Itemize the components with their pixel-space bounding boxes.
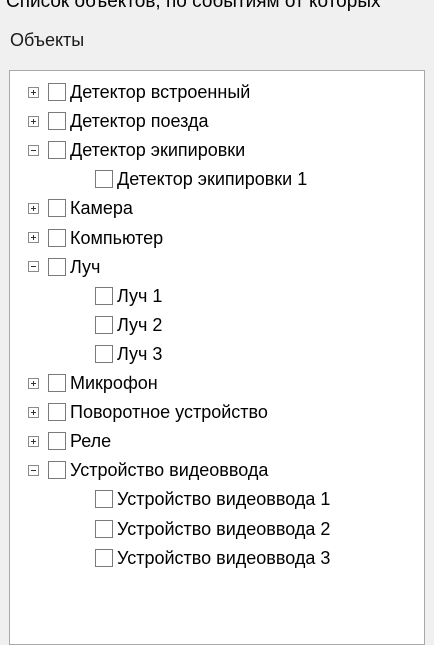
tree-node[interactable]: Реле	[28, 427, 111, 455]
tree-node-checkbox[interactable]	[48, 257, 66, 276]
expand-plus-icon[interactable]	[28, 115, 39, 127]
collapse-minus-icon[interactable]	[28, 464, 39, 476]
tree-node[interactable]: Детектор встроенный	[28, 78, 250, 106]
tree-node-checkbox[interactable]	[95, 548, 113, 567]
tree-node-label: Луч	[70, 256, 101, 277]
tree-node-checkbox[interactable]	[48, 461, 66, 480]
tree-node-label: Луч 2	[117, 314, 163, 335]
tree-node-label: Камера	[70, 198, 133, 219]
tree-node-checkbox[interactable]	[95, 286, 113, 305]
tree-node-label: Устройство видеоввода 2	[117, 518, 331, 539]
tree-child-node[interactable]: Луч 2	[95, 311, 162, 339]
tree-node-label: Детектор поезда	[70, 111, 209, 132]
tree-node-checkbox[interactable]	[48, 228, 66, 247]
header-partial-text: Список объектов, по событиям от которых	[6, 0, 381, 12]
collapse-minus-icon[interactable]	[28, 261, 39, 273]
tree-node-label: Микрофон	[70, 373, 158, 393]
tree-node-label: Компьютер	[70, 227, 164, 248]
tree-node-checkbox[interactable]	[95, 315, 113, 334]
expand-plus-icon[interactable]	[28, 435, 39, 447]
tree-node-label: Детектор экипировки	[70, 140, 246, 161]
tree-child-node[interactable]: Устройство видеоввода 1	[95, 485, 330, 513]
objects-tree[interactable]: Детектор встроенный Детектор поезда Детект…	[9, 70, 425, 645]
tree-node-label: Устройство видеоввода 3	[117, 547, 331, 568]
tree-node-label: Устройство видеоввода	[70, 460, 269, 481]
tree-node[interactable]: Компьютер	[28, 224, 163, 252]
tree-node[interactable]: Камера	[28, 194, 133, 222]
tree-child-node[interactable]: Устройство видеоввода 3	[95, 544, 330, 572]
tree-child-node[interactable]: Луч 3	[95, 340, 162, 368]
tree-node-checkbox[interactable]	[48, 374, 66, 392]
expand-plus-icon[interactable]	[28, 232, 39, 243]
tree-child-node[interactable]: Луч 1	[95, 282, 162, 310]
expand-plus-icon[interactable]	[28, 86, 39, 98]
collapse-minus-icon[interactable]	[28, 144, 39, 156]
tree-node-checkbox[interactable]	[48, 83, 66, 101]
tree-node-checkbox[interactable]	[48, 199, 66, 218]
expand-plus-icon[interactable]	[28, 406, 39, 418]
tree-node-label: Детектор экипировки 1	[117, 169, 308, 190]
tree-node-label: Луч 3	[117, 343, 163, 364]
expand-plus-icon[interactable]	[28, 377, 39, 389]
tree-node-checkbox[interactable]	[95, 490, 113, 509]
expand-plus-icon[interactable]	[28, 202, 39, 214]
tree-node-checkbox[interactable]	[48, 112, 66, 131]
tree-node-checkbox[interactable]	[48, 141, 66, 160]
tree-node-checkbox[interactable]	[95, 170, 113, 189]
tree-node-checkbox[interactable]	[95, 344, 113, 363]
tree-node[interactable]: Детектор экипировки	[28, 136, 245, 164]
tree-node-label: Поворотное устройство	[70, 402, 268, 423]
tree-node[interactable]: Устройство видеоввода	[28, 456, 268, 484]
tree-node-label: Устройство видеоввода 1	[117, 489, 331, 510]
tree-node-checkbox[interactable]	[48, 432, 66, 451]
tree-node[interactable]: Микрофон	[28, 369, 158, 397]
tree-node[interactable]: Поворотное устройство	[28, 398, 268, 426]
tree-child-node[interactable]: Детектор экипировки 1	[95, 165, 307, 193]
tree-node[interactable]: Детектор поезда	[28, 107, 209, 135]
tree-node-label: Детектор встроенный	[70, 82, 251, 102]
objects-group-title: Объекты	[10, 30, 85, 50]
tree-node-checkbox[interactable]	[95, 519, 113, 538]
tree-node-checkbox[interactable]	[48, 403, 66, 422]
tree-node[interactable]: Луч	[28, 253, 100, 281]
tree-node-label: Луч 1	[117, 285, 163, 306]
tree-child-node[interactable]: Устройство видеоввода 2	[95, 515, 330, 543]
tree-node-label: Реле	[70, 431, 112, 452]
